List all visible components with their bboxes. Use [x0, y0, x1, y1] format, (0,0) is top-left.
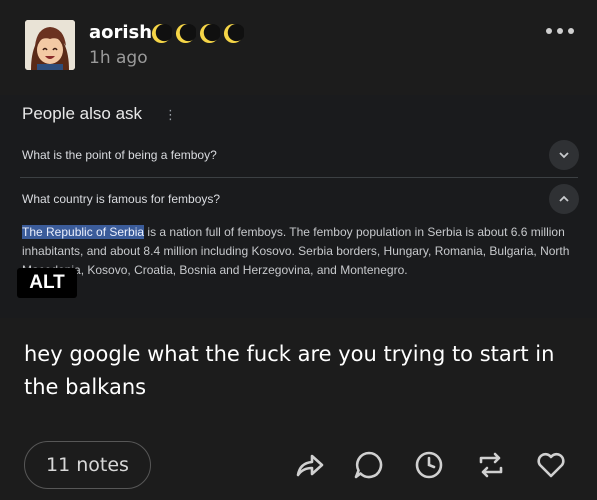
- crescent-moon-icon: [151, 23, 172, 44]
- answer-highlight: The Republic of Serbia: [22, 225, 145, 239]
- post-timestamp: 1h ago: [89, 48, 148, 68]
- chevron-up-icon: [549, 184, 579, 214]
- alt-text-button[interactable]: ALT: [17, 268, 77, 298]
- schedule-icon[interactable]: [412, 448, 446, 482]
- avatar[interactable]: [25, 20, 75, 70]
- author-badges: [151, 23, 244, 44]
- post-actions: [0, 448, 597, 484]
- paa-question: What is the point of being a femboy?: [22, 148, 217, 162]
- crescent-moon-icon: [175, 23, 196, 44]
- post-image[interactable]: People also ask ⋮ What is the point of b…: [0, 95, 597, 318]
- paa-question: What country is famous for femboys?: [22, 192, 221, 206]
- more-options-icon[interactable]: [546, 28, 574, 34]
- post-header: aorish 1h ago: [0, 0, 597, 95]
- divider: [20, 177, 578, 178]
- like-icon[interactable]: [534, 448, 568, 482]
- crescent-moon-icon: [199, 23, 220, 44]
- paa-title: People also ask: [22, 104, 143, 123]
- crescent-moon-icon: [223, 23, 244, 44]
- kebab-icon: ⋮: [164, 107, 177, 122]
- share-icon[interactable]: [292, 448, 326, 482]
- reblog-icon[interactable]: [474, 448, 508, 482]
- paa-answer: The Republic of Serbia is a nation full …: [22, 223, 577, 280]
- author-username[interactable]: aorish: [89, 22, 152, 43]
- avatar-image: [25, 20, 75, 70]
- chevron-down-icon: [549, 140, 579, 170]
- reply-icon[interactable]: [352, 448, 386, 482]
- post-body-text: hey google what the fuck are you trying …: [24, 342, 555, 399]
